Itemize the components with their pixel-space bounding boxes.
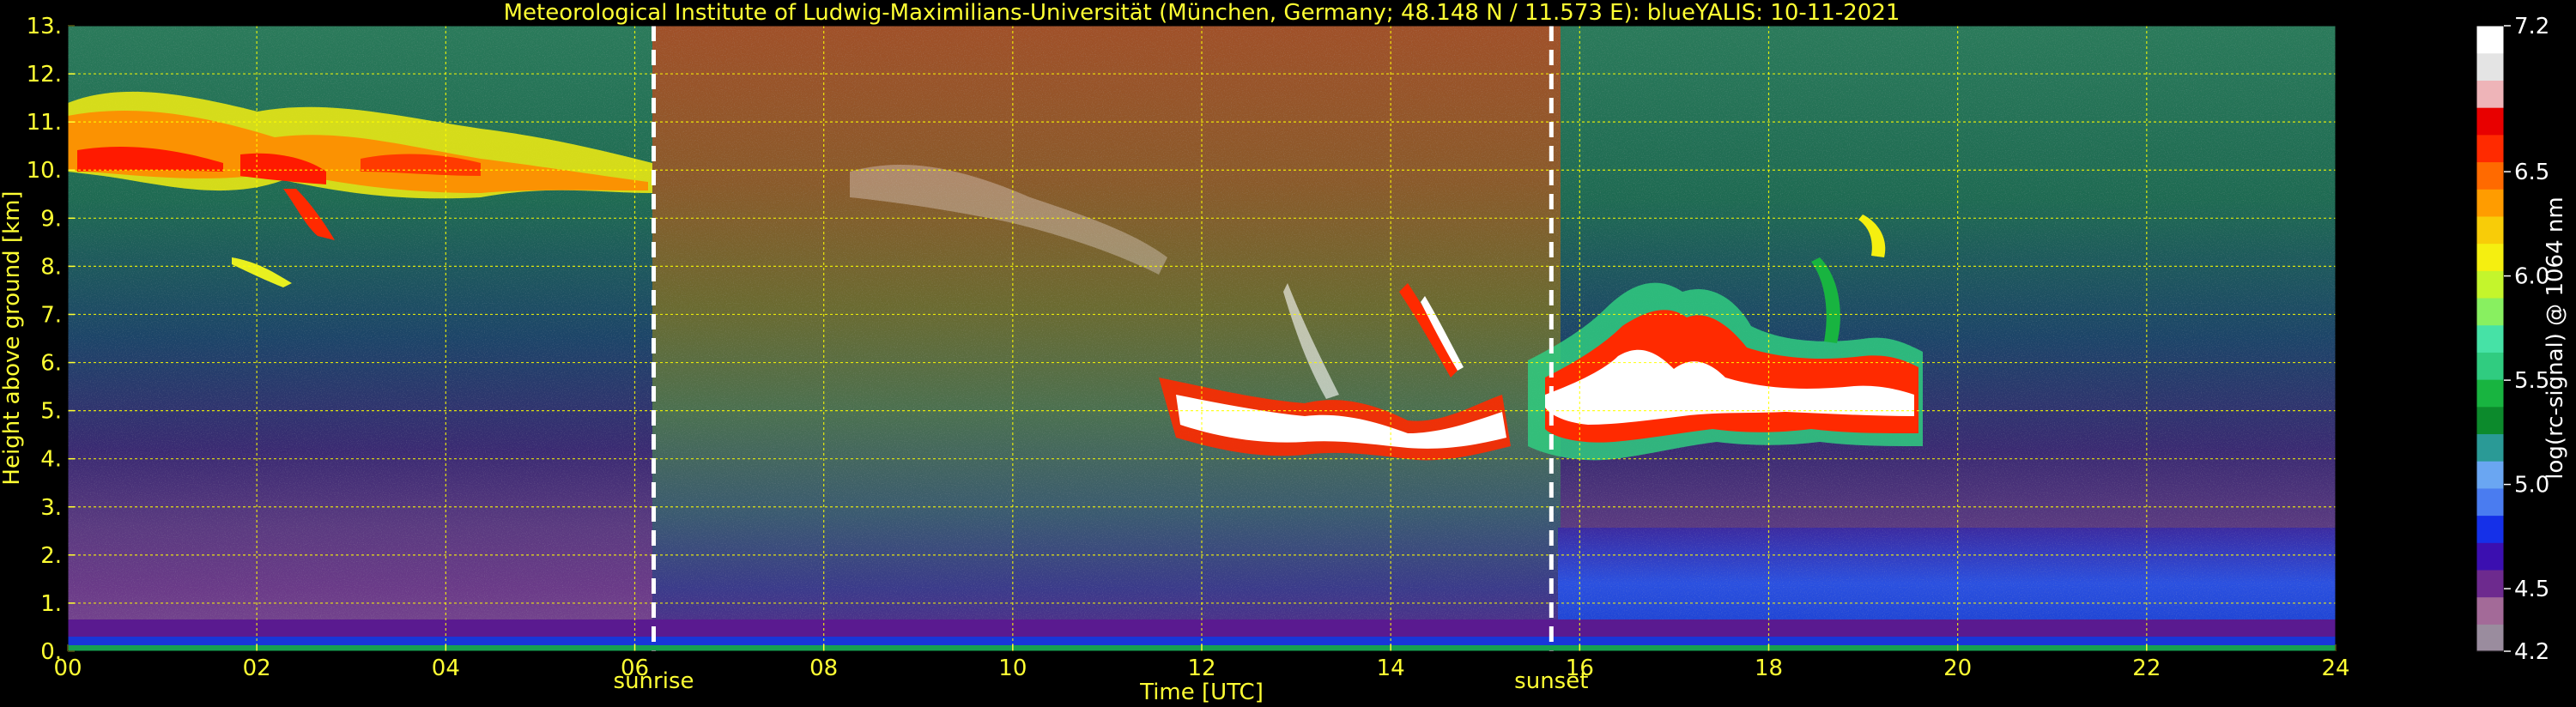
y-tick-label: 6. <box>40 351 62 377</box>
y-tick-label: 10. <box>27 158 62 184</box>
chart-title: Meteorological Institute of Ludwig-Maxim… <box>504 0 1900 26</box>
colorbar-tick-label: 4.2 <box>2514 639 2549 665</box>
colorbar-segment <box>2476 379 2504 408</box>
y-tick-label: 12. <box>27 62 62 88</box>
colorbar-segment <box>2476 596 2504 625</box>
x-tick-label: 16 <box>1566 656 1594 681</box>
y-axis-label: Height above ground [km] <box>0 190 25 485</box>
x-tick-label: 02 <box>243 656 271 681</box>
colorbar-segment <box>2476 52 2504 81</box>
x-tick-label: 24 <box>2321 656 2349 681</box>
colorbar-segment <box>2476 161 2504 190</box>
y-tick-label: 0. <box>40 639 62 665</box>
y-tick-label: 2. <box>40 543 62 569</box>
x-tick-label: 14 <box>1377 656 1405 681</box>
colorbar-segment <box>2476 461 2504 489</box>
colorbar-segment <box>2476 215 2504 245</box>
y-tick-label: 11. <box>27 110 62 136</box>
colorbar-segment <box>2476 26 2504 54</box>
y-tick-label: 7. <box>40 302 62 328</box>
x-tick-label: 08 <box>809 656 838 681</box>
colorbar-segment <box>2476 243 2504 271</box>
colorbar-tick-label: 7.2 <box>2514 14 2549 39</box>
x-tick-label: 06 <box>621 656 649 681</box>
x-tick-label: 10 <box>998 656 1027 681</box>
colorbar-segment <box>2476 189 2504 217</box>
y-tick-label: 5. <box>40 399 62 425</box>
y-tick-label: 3. <box>40 495 62 521</box>
colorbar-segment <box>2476 487 2504 517</box>
colorbar-segment <box>2476 406 2504 435</box>
x-tick-label: 18 <box>1755 656 1783 681</box>
colorbar-segment <box>2476 297 2504 326</box>
lidar-figure: Meteorological Institute of Ludwig-Maxim… <box>0 0 2568 705</box>
x-tick-label: 20 <box>1943 656 1972 681</box>
colorbar-segment <box>2476 433 2504 462</box>
colorbar-segment <box>2476 352 2504 380</box>
x-tick-label: 22 <box>2132 656 2161 681</box>
x-tick-label: 12 <box>1187 656 1215 681</box>
colorbar-segment <box>2476 515 2504 543</box>
colorbar-segment <box>2476 107 2504 136</box>
x-axis-label: Time [UTC] <box>1139 680 1264 705</box>
y-tick-label: 4. <box>40 447 62 473</box>
x-tick-label: 04 <box>432 656 460 681</box>
y-tick-label: 8. <box>40 254 62 280</box>
colorbar: 4.24.55.05.56.06.57.2 <box>2476 14 2549 665</box>
colorbar-segment <box>2476 324 2504 353</box>
colorbar-tick-label: 6.5 <box>2514 160 2549 185</box>
colorbar-segment <box>2476 569 2504 598</box>
y-tick-label: 13. <box>27 14 62 39</box>
colorbar-segment <box>2476 270 2504 299</box>
colorbar-tick-label: 4.5 <box>2514 577 2549 602</box>
colorbar-segment <box>2476 134 2504 163</box>
colorbar-segment <box>2476 542 2504 571</box>
y-tick-label: 1. <box>40 591 62 617</box>
colorbar-segment <box>2476 80 2504 108</box>
colorbar-segment <box>2476 624 2504 652</box>
y-tick-label: 9. <box>40 206 62 232</box>
colorbar-label: log(rc-signal) @ 1064 nm <box>2543 196 2568 479</box>
